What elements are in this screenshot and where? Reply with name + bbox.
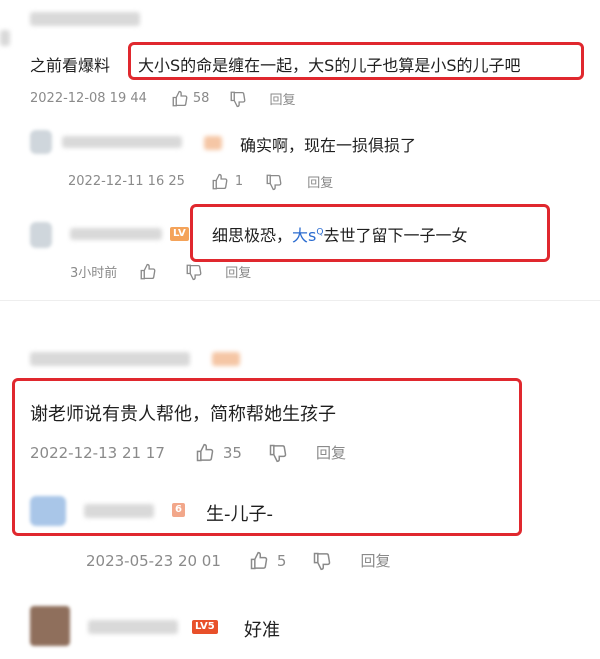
like-count: 1 (234, 174, 244, 189)
comment-date: 2022-12-13 21 17 (30, 443, 165, 462)
thumbs-up-icon[interactable] (249, 551, 269, 571)
comment-text: 谢老师说有贵人帮他，简称帮她生孩子 (30, 404, 336, 425)
thumbs-up-icon[interactable] (139, 263, 157, 281)
thumbs-down-icon[interactable] (265, 173, 283, 191)
comment-meta: 2022-12-11 16 25 1 回复 (68, 172, 333, 191)
reply-link[interactable]: 回复 (225, 262, 251, 281)
reply-link[interactable]: 回复 (307, 172, 333, 191)
avatar (30, 496, 66, 526)
thumbs-up-icon[interactable] (211, 173, 229, 191)
reply-link[interactable]: 回复 (360, 550, 390, 571)
comment-date: 3小时前 (70, 266, 118, 281)
comment-date: 2023-05-23 20 01 (86, 551, 221, 570)
username-blurred (30, 12, 140, 26)
comment-highlight-text: 大小S的命是缠在一起，大S的儿子也算是小S的儿子吧 (138, 56, 521, 75)
username-blurred (0, 30, 10, 46)
comment-meta: 2023-05-23 20 01 5 回复 (86, 550, 390, 571)
level-badge: LV (170, 227, 189, 241)
thumbs-down-icon[interactable] (185, 263, 203, 281)
thumbs-down-icon[interactable] (229, 90, 247, 108)
thumbs-up-icon[interactable] (171, 90, 189, 108)
thumbs-down-icon[interactable] (268, 443, 288, 463)
avatar (30, 222, 52, 248)
comment-text: 细思极恐，大sQ去世了留下一子一女 (212, 222, 467, 246)
username-blurred (88, 620, 178, 634)
comment-prefix: 之前看爆料 (30, 56, 111, 75)
comment-date: 2022-12-08 19 44 (30, 91, 147, 106)
username-blurred (30, 352, 190, 366)
like-count: 58 (192, 91, 210, 106)
level-badge: LV5 (192, 620, 218, 634)
reply-link[interactable]: 回复 (269, 89, 295, 108)
thumbs-up-icon[interactable] (195, 443, 215, 463)
like-count: 35 (222, 443, 242, 462)
divider (0, 300, 600, 301)
comment-date: 2022-12-11 16 25 (68, 174, 185, 189)
like-count: 5 (276, 551, 287, 570)
comment-text: 生-儿子- (206, 504, 273, 525)
avatar (30, 606, 70, 646)
avatar (30, 130, 52, 154)
level-badge: 6 (172, 503, 185, 517)
badge-blurred (212, 352, 240, 366)
comment-meta: 3小时前 回复 (70, 262, 251, 281)
comment-text-after: 去世了留下一子一女 (323, 226, 468, 245)
mention-link[interactable]: 大s (292, 226, 316, 245)
comment-text: 好准 (244, 620, 280, 641)
username-blurred (84, 504, 154, 518)
comment-text-before: 细思极恐， (212, 226, 293, 245)
username-blurred (62, 136, 182, 148)
comment-meta: 2022-12-13 21 17 35 回复 (30, 442, 346, 463)
comment-text: 确实啊，现在一损俱损了 (240, 136, 417, 155)
comment-meta: 2022-12-08 19 44 58 回复 (30, 89, 295, 108)
reply-link[interactable]: 回复 (316, 442, 346, 463)
thumbs-down-icon[interactable] (312, 551, 332, 571)
badge-blurred (204, 136, 222, 150)
username-blurred (70, 228, 162, 240)
